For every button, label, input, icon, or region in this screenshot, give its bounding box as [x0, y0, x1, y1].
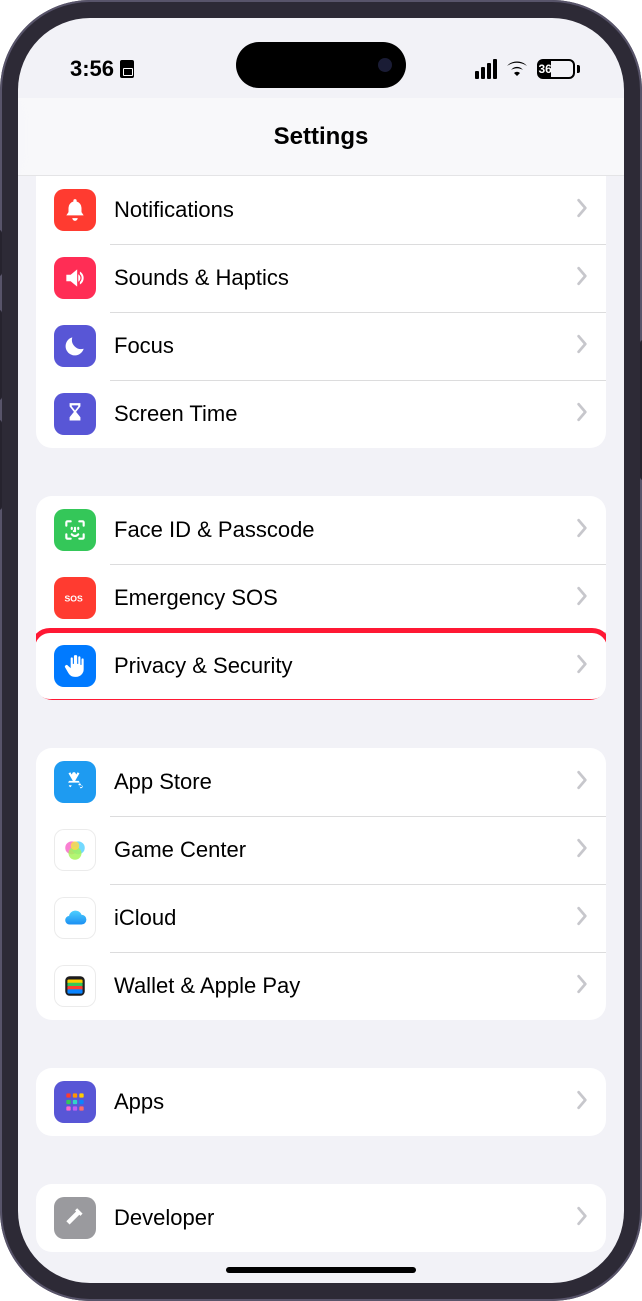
settings-row-sounds-haptics[interactable]: Sounds & Haptics	[36, 244, 606, 312]
settings-row-developer[interactable]: Developer	[36, 1184, 606, 1252]
settings-group: Face ID & Passcode SOS Emergency SOS Privac…	[36, 496, 606, 700]
battery-percentage: 36	[539, 61, 551, 77]
svg-text:SOS: SOS	[64, 594, 83, 604]
gamecenter-icon	[54, 829, 96, 871]
settings-row-icloud[interactable]: iCloud	[36, 884, 606, 952]
settings-row-label: App Store	[114, 769, 576, 795]
settings-row-label: Wallet & Apple Pay	[114, 973, 576, 999]
settings-row-label: Apps	[114, 1089, 576, 1115]
page-title: Settings	[274, 123, 369, 151]
volume-down-button	[0, 420, 2, 510]
cellular-signal-icon	[475, 59, 497, 79]
settings-row-label: Developer	[114, 1205, 576, 1231]
settings-row-label: Notifications	[114, 197, 576, 223]
chevron-right-icon	[576, 334, 588, 359]
settings-row-label: iCloud	[114, 905, 576, 931]
settings-row-label: Screen Time	[114, 401, 576, 427]
battery-indicator: 36	[537, 59, 580, 79]
settings-group: Developer	[36, 1184, 606, 1252]
screen: 3:56 36 Settings Notifications Sounds & H…	[18, 18, 624, 1283]
moon-icon	[54, 325, 96, 367]
settings-row-game-center[interactable]: Game Center	[36, 816, 606, 884]
sim-card-icon	[120, 60, 134, 78]
chevron-right-icon	[576, 654, 588, 679]
volume-up-button	[0, 310, 2, 400]
settings-group: App Store Game Center iCloud Wallet & Apple…	[36, 748, 606, 1020]
chevron-right-icon	[576, 1090, 588, 1115]
iphone-device-frame: 3:56 36 Settings Notifications Sounds & H…	[0, 0, 642, 1301]
settings-row-label: Focus	[114, 333, 576, 359]
settings-row-focus[interactable]: Focus	[36, 312, 606, 380]
settings-row-face-id-passcode[interactable]: Face ID & Passcode	[36, 496, 606, 564]
appstore-icon	[54, 761, 96, 803]
settings-row-label: Face ID & Passcode	[114, 517, 576, 543]
settings-row-screen-time[interactable]: Screen Time	[36, 380, 606, 448]
apps-grid-icon	[54, 1081, 96, 1123]
bell-icon	[54, 189, 96, 231]
dynamic-island	[236, 42, 406, 88]
chevron-right-icon	[576, 974, 588, 999]
settings-row-notifications[interactable]: Notifications	[36, 176, 606, 244]
front-camera-icon	[378, 58, 392, 72]
hourglass-icon	[54, 393, 96, 435]
sos-icon: SOS	[54, 577, 96, 619]
settings-row-label: Emergency SOS	[114, 585, 576, 611]
settings-row-label: Game Center	[114, 837, 576, 863]
settings-row-wallet-apple-pay[interactable]: Wallet & Apple Pay	[36, 952, 606, 1020]
status-time: 3:56	[70, 56, 114, 82]
chevron-right-icon	[576, 906, 588, 931]
chevron-right-icon	[576, 1206, 588, 1231]
settings-group: Apps	[36, 1068, 606, 1136]
chevron-right-icon	[576, 586, 588, 611]
hammer-icon	[54, 1197, 96, 1239]
faceid-icon	[54, 509, 96, 551]
settings-row-emergency-sos[interactable]: SOS Emergency SOS	[36, 564, 606, 632]
settings-list[interactable]: Notifications Sounds & Haptics Focus Screen…	[18, 176, 624, 1283]
chevron-right-icon	[576, 402, 588, 427]
home-indicator[interactable]	[226, 1267, 416, 1273]
settings-row-label: Sounds & Haptics	[114, 265, 576, 291]
wallet-icon	[54, 965, 96, 1007]
chevron-right-icon	[576, 838, 588, 863]
settings-row-app-store[interactable]: App Store	[36, 748, 606, 816]
settings-row-privacy-security[interactable]: Privacy & Security	[36, 632, 606, 700]
icloud-icon	[54, 897, 96, 939]
side-button	[0, 230, 2, 276]
chevron-right-icon	[576, 266, 588, 291]
nav-header: Settings	[18, 98, 624, 176]
hand-icon	[54, 645, 96, 687]
chevron-right-icon	[576, 770, 588, 795]
wifi-icon	[505, 56, 529, 82]
settings-row-apps[interactable]: Apps	[36, 1068, 606, 1136]
speaker-icon	[54, 257, 96, 299]
settings-row-label: Privacy & Security	[114, 653, 576, 679]
chevron-right-icon	[576, 198, 588, 223]
chevron-right-icon	[576, 518, 588, 543]
settings-group: Notifications Sounds & Haptics Focus Screen…	[36, 176, 606, 448]
